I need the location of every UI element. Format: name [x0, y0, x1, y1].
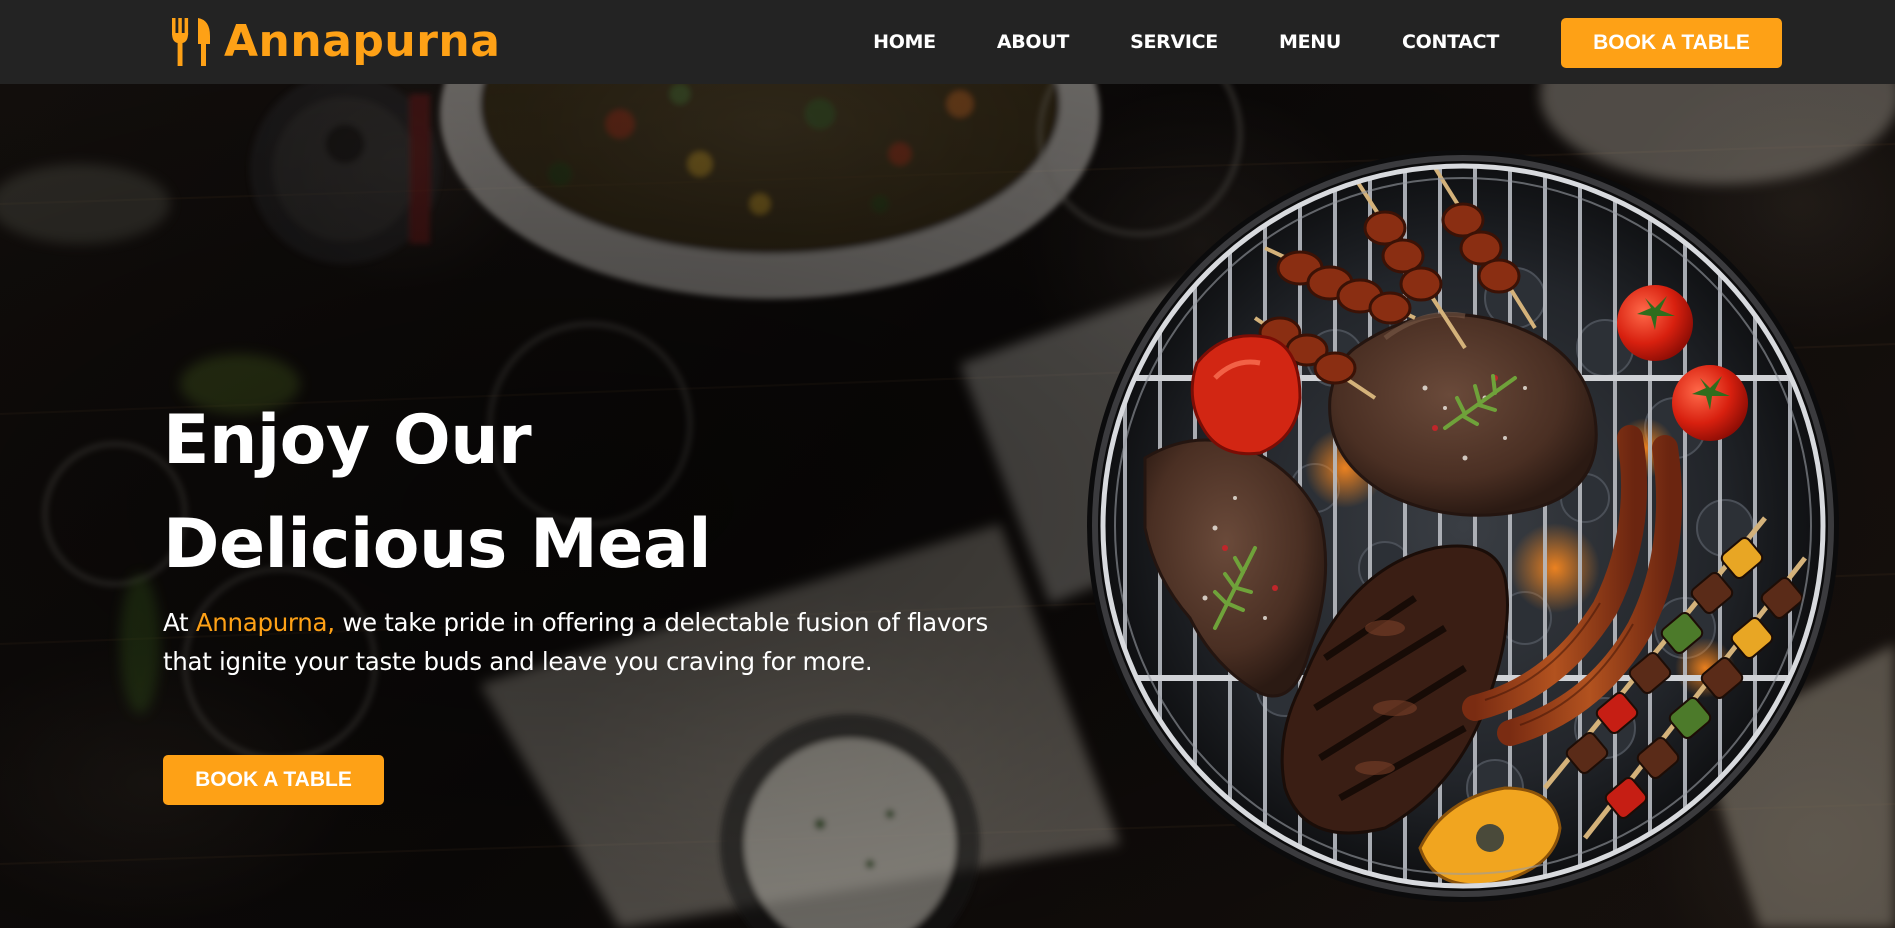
- nav-home-link[interactable]: HOME: [873, 31, 936, 53]
- navbar: Annapurna HOME ABOUT SERVICE MENU CONTAC…: [0, 0, 1895, 84]
- hero-title-line1: Enjoy Our: [163, 401, 532, 480]
- hero-title: Enjoy Our Delicious Meal: [163, 389, 863, 597]
- nav-service-link[interactable]: SERVICE: [1130, 31, 1218, 53]
- nav-book-table-button[interactable]: BOOK A TABLE: [1561, 18, 1782, 68]
- nav-about-link[interactable]: ABOUT: [997, 31, 1070, 53]
- hero-text-prefix: At: [163, 608, 196, 637]
- brand-name: Annapurna: [224, 16, 501, 67]
- utensils-icon: [172, 18, 210, 66]
- hero-description: At Annapurna, we take pride in offering …: [163, 603, 1023, 681]
- main-nav: HOME ABOUT SERVICE MENU CONTACT: [812, 0, 1499, 84]
- nav-contact-link[interactable]: CONTACT: [1402, 31, 1499, 53]
- grilled-meat-barbecue-image: [1087, 150, 1839, 902]
- hero-text-brand: Annapurna,: [195, 608, 335, 637]
- brand-logo[interactable]: Annapurna: [170, 14, 500, 70]
- hero-section: Enjoy Our Delicious Meal At Annapurna, w…: [0, 84, 1895, 928]
- hero-title-line2: Delicious Meal: [163, 505, 712, 584]
- nav-menu-link[interactable]: MENU: [1279, 31, 1341, 53]
- hero-book-table-button[interactable]: BOOK A TABLE: [163, 755, 384, 805]
